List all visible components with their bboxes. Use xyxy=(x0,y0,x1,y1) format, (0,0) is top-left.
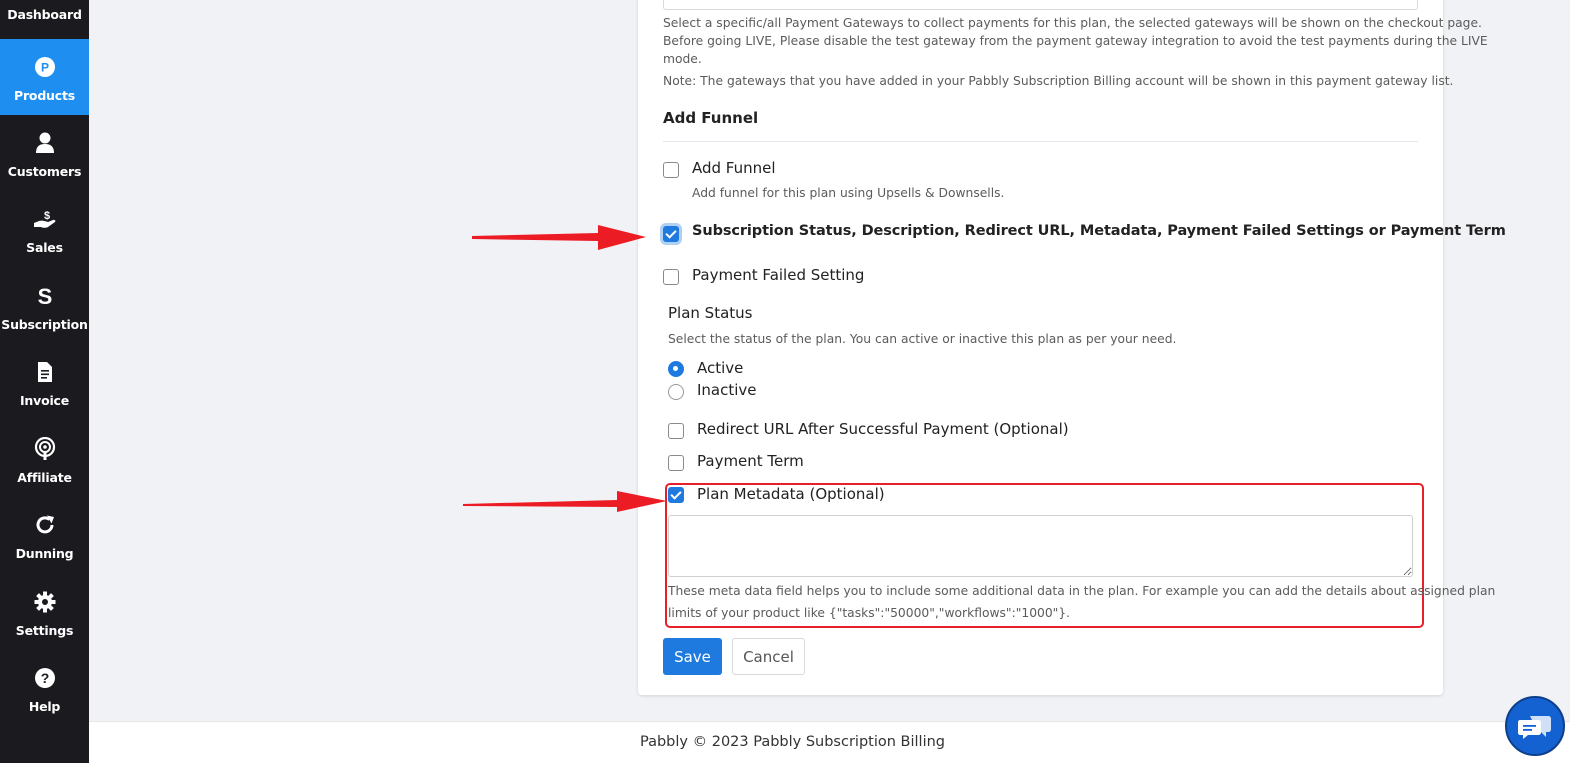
annotation-arrow-metadata xyxy=(463,491,667,512)
plan-metadata-help: These meta data field helps you to inclu… xyxy=(668,584,1496,598)
sidebar-item-subscription[interactable]: S Subscription xyxy=(0,268,89,344)
sidebar: Dashboard P Products Customers $ Sales S… xyxy=(0,0,89,763)
annotation-arrow-advanced xyxy=(472,225,646,250)
add-funnel-help: Add funnel for this plan using Upsells &… xyxy=(692,186,1005,200)
payment-failed-label: Payment Failed Setting xyxy=(692,266,865,284)
sidebar-item-label: Affiliate xyxy=(17,470,72,485)
add-funnel-label: Add Funnel xyxy=(692,159,776,177)
redirect-url-checkbox[interactable] xyxy=(668,423,684,439)
invoice-icon xyxy=(37,359,53,385)
gateway-help-text-2: Before going LIVE, Please disable the te… xyxy=(663,34,1488,48)
gateway-help-text: Select a specific/all Payment Gateways t… xyxy=(663,16,1482,30)
sidebar-item-label: Settings xyxy=(15,623,74,638)
add-funnel-heading: Add Funnel xyxy=(663,109,759,127)
sidebar-item-customers[interactable]: Customers xyxy=(0,115,89,191)
plan-metadata-help-2: limits of your product like {"tasks":"50… xyxy=(668,606,1071,620)
sidebar-item-label: Invoice xyxy=(19,393,70,408)
affiliate-icon xyxy=(34,436,56,462)
plan-metadata-label: Plan Metadata (Optional) xyxy=(697,485,885,503)
status-inactive-radio[interactable] xyxy=(668,384,684,400)
save-button[interactable]: Save xyxy=(663,638,722,675)
add-funnel-checkbox[interactable] xyxy=(663,162,679,178)
payment-gateway-select[interactable] xyxy=(663,0,1418,10)
sidebar-item-dunning[interactable]: Dunning xyxy=(0,497,89,573)
sidebar-item-products[interactable]: P Products xyxy=(0,39,89,115)
gateway-note: Note: The gateways that you have added i… xyxy=(663,74,1454,88)
sales-icon: $ xyxy=(33,206,57,232)
sidebar-item-sales[interactable]: $ Sales xyxy=(0,191,89,267)
sidebar-item-affiliate[interactable]: Affiliate xyxy=(0,421,89,497)
sidebar-item-label: Products xyxy=(14,88,75,103)
sidebar-item-label: Sales xyxy=(26,240,63,255)
cancel-button[interactable]: Cancel xyxy=(732,638,805,675)
advanced-settings-label: Subscription Status, Description, Redire… xyxy=(692,223,1506,239)
status-active-label: Active xyxy=(697,359,744,377)
chat-button[interactable] xyxy=(1505,696,1565,756)
sidebar-item-label: Help xyxy=(28,699,61,714)
products-icon: P xyxy=(34,54,56,80)
subscription-icon: S xyxy=(36,283,54,309)
status-active-radio[interactable] xyxy=(668,361,684,377)
payment-term-checkbox[interactable] xyxy=(668,455,684,471)
sidebar-item-label: Subscription xyxy=(1,317,88,332)
svg-text:P: P xyxy=(40,61,48,75)
payment-failed-checkbox[interactable] xyxy=(663,269,679,285)
svg-text:?: ? xyxy=(40,670,49,686)
svg-text:$: $ xyxy=(43,210,49,222)
user-icon xyxy=(35,130,55,156)
section-divider xyxy=(663,141,1418,142)
svg-text:S: S xyxy=(37,284,52,308)
status-inactive-label: Inactive xyxy=(697,381,757,399)
gateway-help-text-3: mode. xyxy=(663,52,702,66)
sidebar-item-dashboard[interactable]: Dashboard xyxy=(0,0,89,38)
refresh-icon xyxy=(34,512,56,538)
plan-status-heading: Plan Status xyxy=(668,304,753,322)
payment-term-label: Payment Term xyxy=(697,452,804,470)
advanced-settings-checkbox[interactable] xyxy=(663,226,679,242)
help-icon: ? xyxy=(34,665,56,691)
redirect-url-label: Redirect URL After Successful Payment (O… xyxy=(697,420,1069,438)
sidebar-item-help[interactable]: ? Help xyxy=(0,650,89,726)
plan-status-help: Select the status of the plan. You can a… xyxy=(668,332,1177,346)
sidebar-item-label: Dunning xyxy=(15,546,74,561)
chat-icon xyxy=(1518,716,1551,739)
gear-icon xyxy=(34,589,56,615)
sidebar-item-settings[interactable]: Settings xyxy=(0,574,89,650)
sidebar-item-label: Customers xyxy=(7,164,82,179)
plan-metadata-textarea[interactable] xyxy=(668,515,1413,577)
sidebar-item-invoice[interactable]: Invoice xyxy=(0,344,89,420)
footer-text: Pabbly © 2023 Pabbly Subscription Billin… xyxy=(640,734,945,750)
